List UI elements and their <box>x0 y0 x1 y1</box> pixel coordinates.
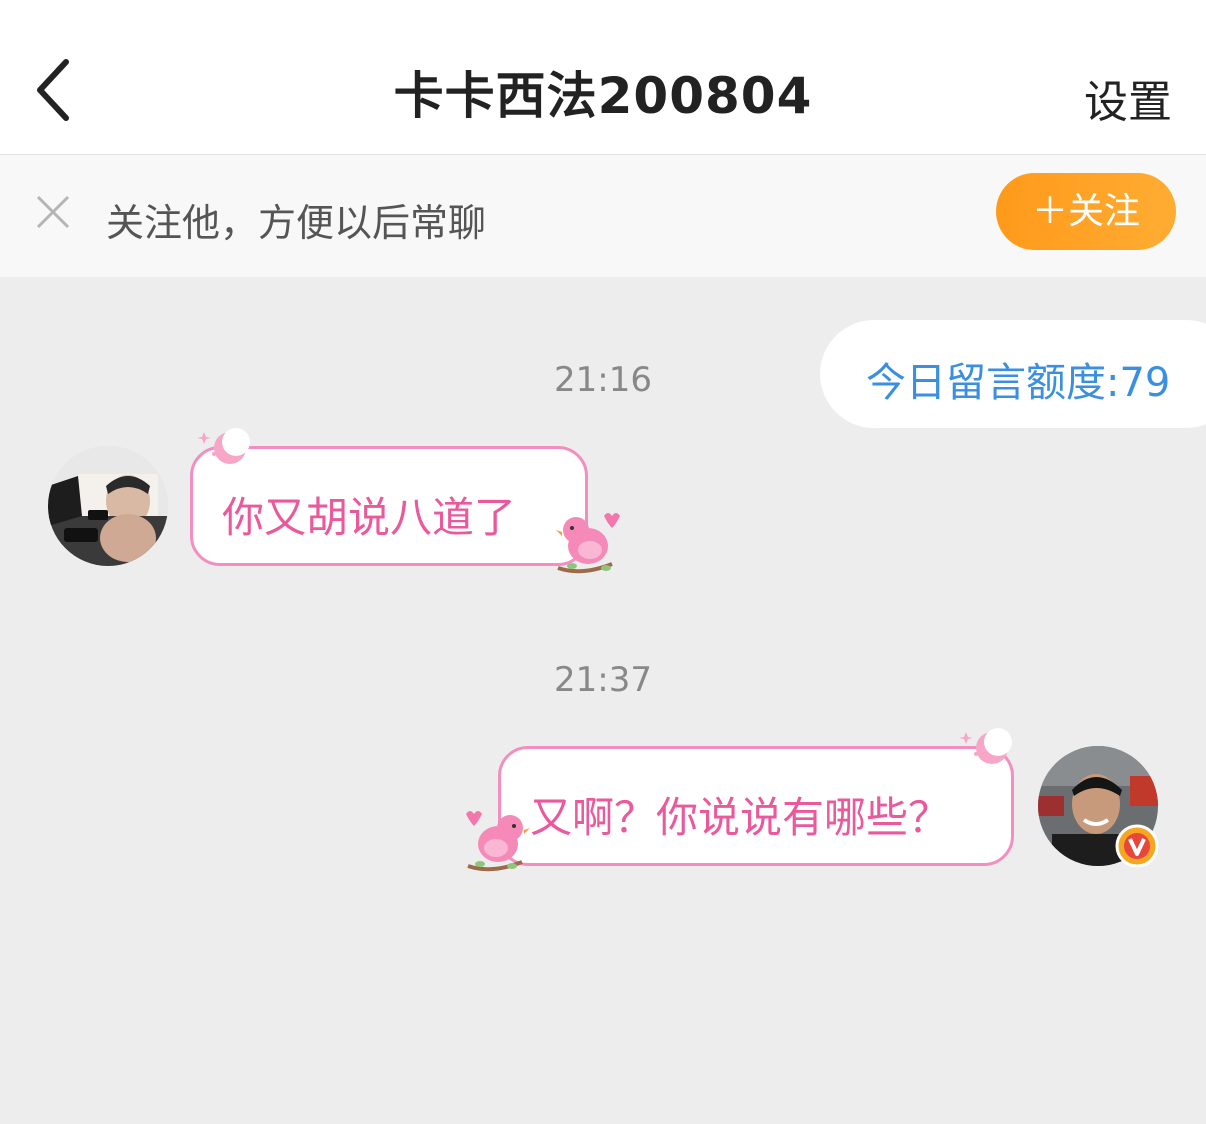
bird-sticker-icon <box>466 811 530 872</box>
verified-badge-icon <box>1115 824 1159 868</box>
contact-avatar[interactable] <box>48 446 168 566</box>
page-title: 卡卡西法200804 <box>393 67 813 125</box>
message-timestamp: 21:37 <box>554 660 652 700</box>
close-banner-button[interactable] <box>34 193 72 231</box>
message-text: 你又胡说八道了 <box>222 493 517 542</box>
navigation-bar: 卡卡西法200804 设置 <box>0 0 1206 155</box>
close-icon <box>36 195 70 229</box>
bird-sticker-icon <box>556 513 620 574</box>
message-text: 又啊？你说说有哪些？ <box>530 793 951 842</box>
follow-prompt: 关注他，方便以后常聊 <box>106 201 487 245</box>
message-timestamp: 21:16 <box>554 360 652 400</box>
follow-button[interactable]: ＋关注 <box>996 173 1176 250</box>
moon-sticker-icon <box>197 428 250 464</box>
moon-sticker-icon <box>959 728 1012 764</box>
contact-photo <box>48 446 168 566</box>
settings-button[interactable]: 设置 <box>1084 66 1172 130</box>
